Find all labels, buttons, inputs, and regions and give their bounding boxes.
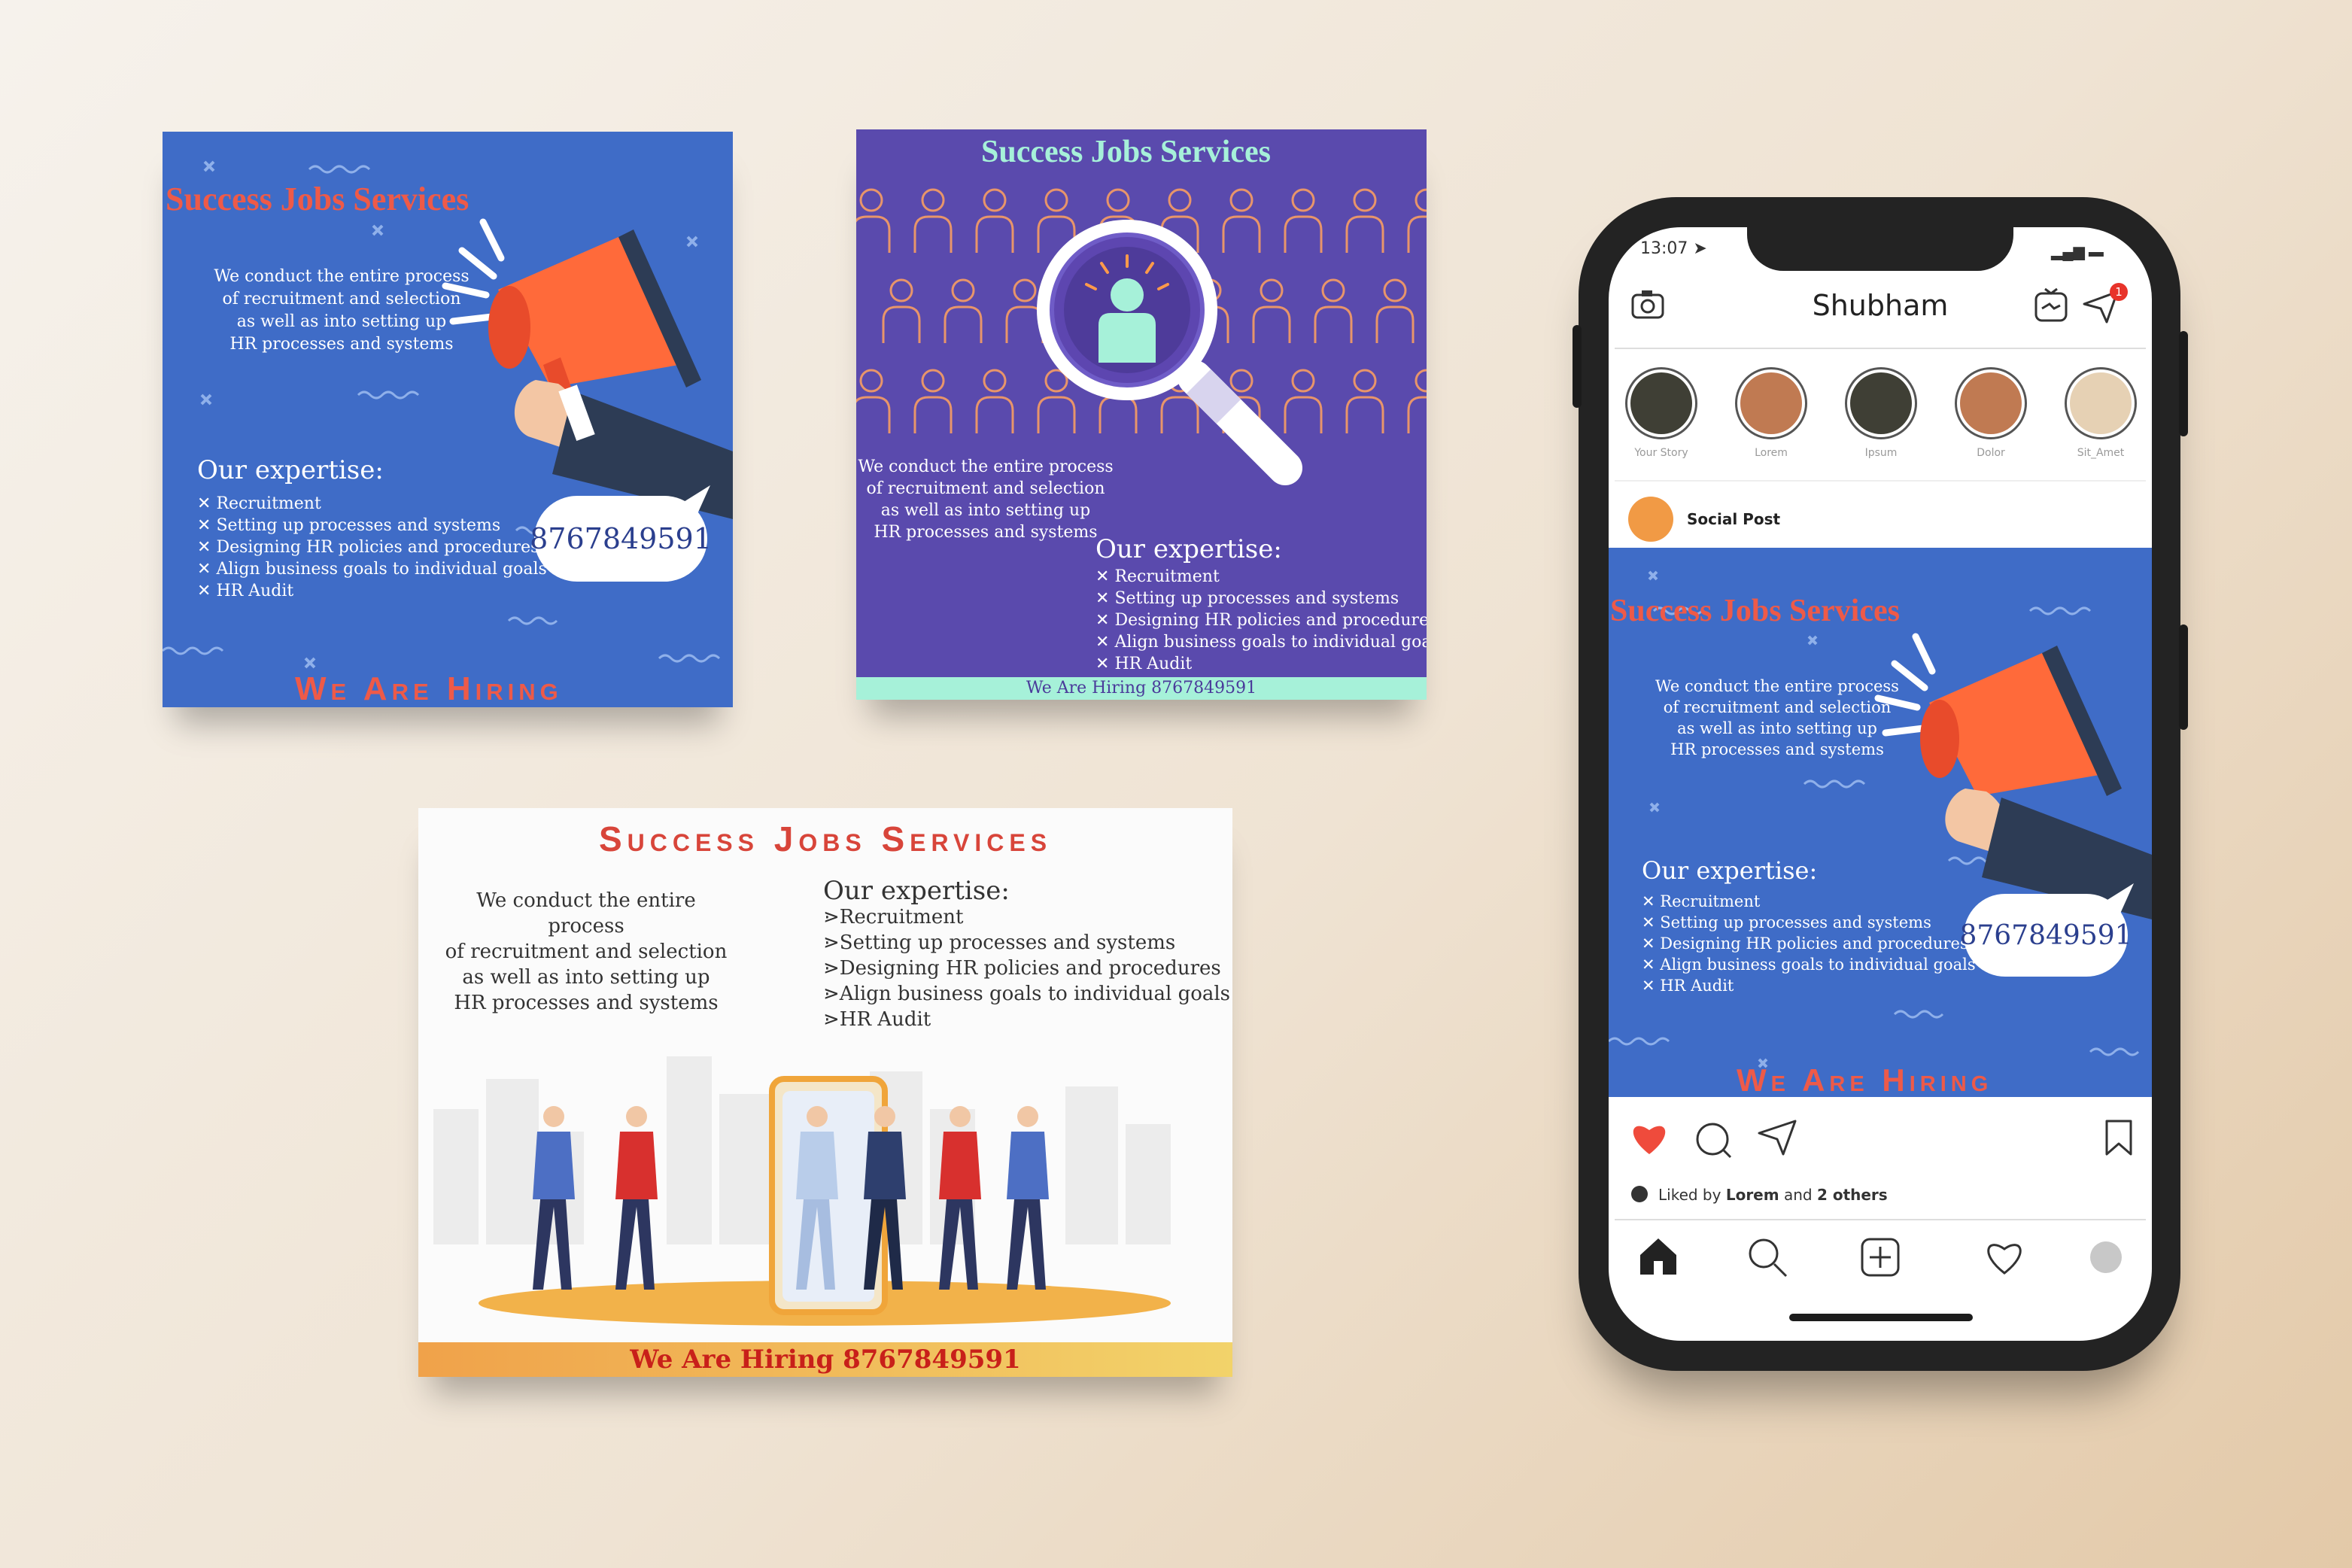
post-card-megaphone: Success Jobs Services We conduct the ent… <box>163 132 733 707</box>
expertise-list: ⋗Recruitment ⋗Setting up processes and s… <box>823 906 1231 1031</box>
story-item[interactable]: Lorem <box>1734 367 1809 459</box>
notification-badge: 1 <box>2110 283 2128 301</box>
hiring-footer: We Are Hiring 8767849591 <box>418 1342 1232 1377</box>
heart-icon[interactable] <box>1630 1121 1669 1156</box>
story-label: Dolor <box>1977 447 2005 459</box>
story-label: Sit_Amet <box>2077 447 2125 459</box>
add-icon[interactable] <box>1860 1237 1901 1278</box>
bubble-tail <box>2098 883 2134 913</box>
story-item[interactable]: Sit_Amet <box>2063 367 2138 459</box>
tv-icon[interactable] <box>2034 287 2068 322</box>
liked-by-text[interactable]: Liked by Lorem and 2 others <box>1658 1186 1888 1204</box>
story-item[interactable]: Ipsum <box>1843 367 1919 459</box>
card-title: Success Jobs Services <box>598 819 1053 858</box>
story-label: Your Story <box>1634 447 1688 459</box>
card-title: Success Jobs Services <box>981 135 1271 169</box>
story-item[interactable]: Dolor <box>1953 367 2028 459</box>
home-indicator <box>1789 1314 1973 1321</box>
expertise-heading: Our expertise: <box>1095 534 1282 564</box>
story-label: Lorem <box>1755 447 1788 459</box>
profile-username: Shubham <box>1812 289 1949 322</box>
post-expertise-heading: Our expertise: <box>1642 856 1818 885</box>
post-image: Success Jobs Services We conduct the ent… <box>1609 548 2152 1097</box>
intro-text: We conduct the entire process of recruitm… <box>445 889 728 1014</box>
post-account-name[interactable]: Social Post <box>1687 510 1780 528</box>
home-icon[interactable] <box>1637 1237 1679 1276</box>
story-avatar-fill <box>1740 372 1802 434</box>
expertise-heading: Our expertise: <box>823 876 1010 906</box>
phone-notch <box>1747 224 2013 271</box>
header-divider <box>1615 348 2146 349</box>
stories-row: Your Story Lorem Ipsum Dolor Sit_Amet <box>1624 367 2150 459</box>
story-avatar-fill <box>2070 372 2132 434</box>
liked-by-avatar <box>1631 1186 1648 1202</box>
stories-divider <box>1615 480 2146 482</box>
story-avatar-fill <box>1630 372 1692 434</box>
story-avatar[interactable] <box>2065 367 2137 439</box>
expertise-list: ✕ Recruitment ✕ Setting up processes and… <box>1095 567 1427 673</box>
card-title: Success Jobs Services <box>166 181 469 217</box>
phone-screen: 13:07 ➤ ▂▄▆ ▬ Shubham 1 Your Story Lorem I… <box>1609 227 2152 1341</box>
share-icon[interactable] <box>1758 1120 1798 1157</box>
bottom-nav-divider <box>1615 1219 2146 1220</box>
story-avatar-fill <box>1850 372 1912 434</box>
search-icon[interactable] <box>1747 1237 1789 1278</box>
post-hiring-banner: We Are Hiring <box>1737 1062 1993 1097</box>
expertise-list: ✕ Recruitment ✕ Setting up processes and… <box>197 494 547 600</box>
profile-icon[interactable] <box>2090 1241 2122 1273</box>
story-avatar-fill <box>1960 372 2022 434</box>
phone-side-button <box>2179 331 2188 436</box>
status-icons: ▂▄▆ ▬ <box>2051 244 2104 260</box>
story-avatar[interactable] <box>1735 367 1807 439</box>
comment-icon[interactable] <box>1694 1121 1734 1159</box>
hiring-strip: We Are Hiring 8767849591 <box>856 677 1427 700</box>
phone-side-button <box>1573 325 1582 408</box>
post-card-magnifier: Success Jobs Services We conduct the ent… <box>856 129 1427 700</box>
story-label: Ipsum <box>1864 447 1898 459</box>
intro-text: We conduct the entire process of recruitm… <box>858 457 1114 542</box>
post-card-landscape: Success Jobs Services We conduct the ent… <box>418 808 1232 1377</box>
hiring-illustration <box>479 1076 1171 1326</box>
bubble-tail <box>674 485 710 515</box>
story-item[interactable]: Your Story <box>1624 367 1699 459</box>
activity-icon[interactable] <box>1983 1238 2025 1276</box>
bookmark-icon[interactable] <box>2104 1120 2134 1157</box>
post-expertise-list: ✕ Recruitment ✕ Setting up processes and… <box>1642 892 1976 995</box>
status-time: 13:07 ➤ <box>1640 239 1707 258</box>
post-title: Success Jobs Services <box>1610 594 1900 628</box>
post-avatar[interactable] <box>1628 497 1673 542</box>
hiring-banner: We Are Hiring <box>295 670 563 707</box>
story-avatar[interactable] <box>1955 367 2027 439</box>
story-avatar[interactable] <box>1625 367 1697 439</box>
expertise-heading: Our expertise: <box>197 455 384 485</box>
phone-side-button <box>2179 624 2188 730</box>
story-avatar[interactable] <box>1845 367 1917 439</box>
